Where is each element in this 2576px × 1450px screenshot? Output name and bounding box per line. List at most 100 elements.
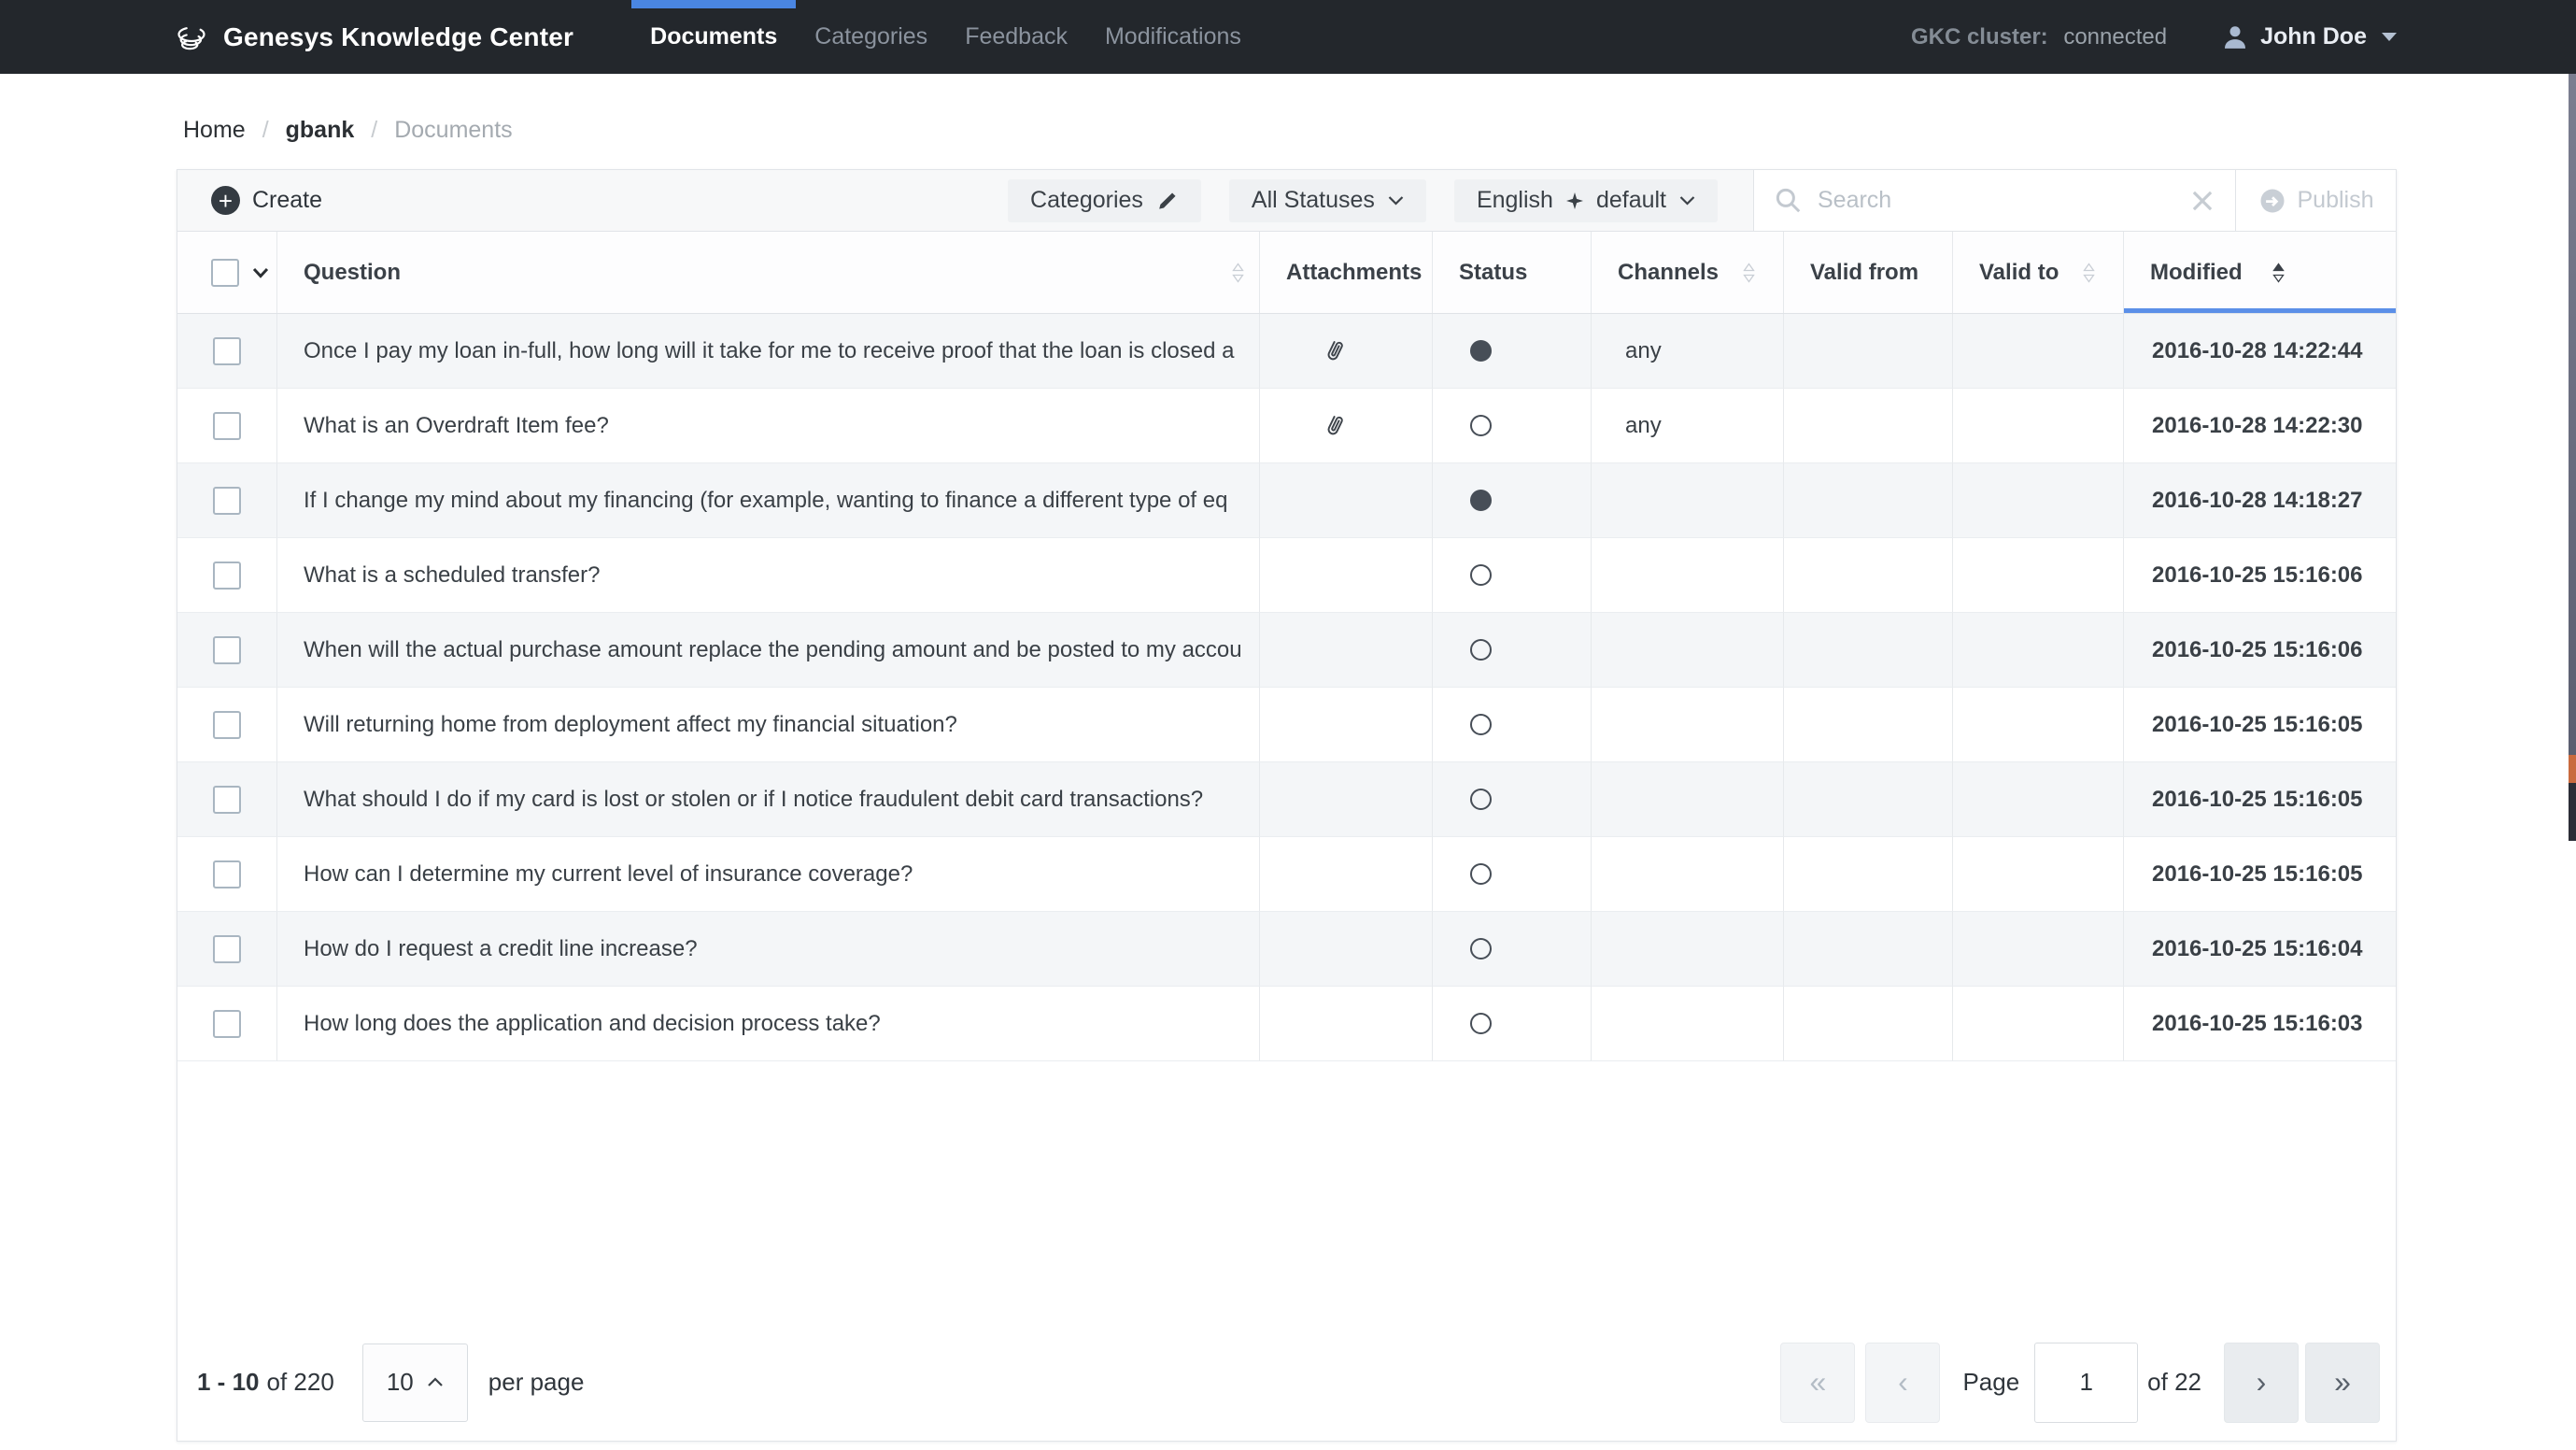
valid-to-cell bbox=[1953, 762, 2124, 837]
next-page-button[interactable]: › bbox=[2224, 1343, 2299, 1423]
first-page-button[interactable]: « bbox=[1780, 1343, 1855, 1423]
sort-icon bbox=[1232, 263, 1244, 283]
tab-modifications[interactable]: Modifications bbox=[1086, 0, 1260, 74]
select-all-checkbox[interactable] bbox=[211, 259, 239, 287]
status-filter-label: All Statuses bbox=[1252, 187, 1375, 214]
modified-value: 2016-10-25 15:16:05 bbox=[2152, 861, 2363, 888]
table-row[interactable]: How can I determine my current level of … bbox=[177, 837, 2396, 912]
active-tab-indicator bbox=[631, 0, 796, 8]
channels-value: any bbox=[1625, 338, 1662, 364]
question-text: If I change my mind about my financing (… bbox=[304, 488, 1227, 514]
modified-value: 2016-10-25 15:16:05 bbox=[2152, 787, 2363, 813]
categories-filter-button[interactable]: Categories bbox=[1008, 179, 1201, 222]
search-icon bbox=[1775, 187, 1803, 215]
row-checkbox[interactable] bbox=[213, 337, 241, 365]
status-draft-icon bbox=[1470, 639, 1492, 661]
tab-feedback[interactable]: Feedback bbox=[946, 0, 1086, 74]
column-header-channels[interactable]: Channels bbox=[1592, 232, 1784, 313]
row-checkbox[interactable] bbox=[213, 412, 241, 440]
question-text: What is an Overdraft Item fee? bbox=[304, 413, 609, 439]
attachments-cell bbox=[1260, 688, 1433, 762]
search-box bbox=[1753, 170, 2235, 231]
sort-icon bbox=[1743, 263, 1755, 283]
breadcrumb-current: Documents bbox=[394, 117, 512, 144]
top-navbar: Genesys Knowledge Center Documents Categ… bbox=[0, 0, 2576, 74]
user-name: John Doe bbox=[2260, 23, 2367, 50]
column-header-status: Status bbox=[1433, 232, 1592, 313]
column-header-question[interactable]: Question bbox=[277, 232, 1260, 313]
table-row[interactable]: What is a scheduled transfer? 2016-10-25… bbox=[177, 538, 2396, 613]
valid-to-cell bbox=[1953, 837, 2124, 912]
table-row[interactable]: If I change my mind about my financing (… bbox=[177, 463, 2396, 538]
modified-value: 2016-10-28 14:18:27 bbox=[2152, 488, 2363, 514]
valid-from-cell bbox=[1784, 613, 1953, 688]
table-row[interactable]: What should I do if my card is lost or s… bbox=[177, 762, 2396, 837]
table-row[interactable]: Will returning home from deployment affe… bbox=[177, 688, 2396, 762]
prev-page-icon: ‹ bbox=[1898, 1365, 1908, 1400]
column-label: Attachments bbox=[1286, 260, 1422, 286]
valid-to-cell bbox=[1953, 463, 2124, 538]
column-label: Status bbox=[1459, 260, 1527, 286]
breadcrumb: Home / gbank / Documents bbox=[183, 117, 2576, 144]
breadcrumb-home[interactable]: Home bbox=[183, 117, 246, 144]
selection-menu-chevron-icon[interactable] bbox=[252, 267, 269, 278]
status-published-icon bbox=[1470, 490, 1492, 511]
attachments-cell bbox=[1260, 613, 1433, 688]
breadcrumb-project[interactable]: gbank bbox=[286, 117, 355, 144]
language-label: English bbox=[1477, 187, 1553, 214]
table-row[interactable]: How long does the application and decisi… bbox=[177, 987, 2396, 1061]
table-row[interactable]: When will the actual purchase amount rep… bbox=[177, 613, 2396, 688]
table-row[interactable]: How do I request a credit line increase?… bbox=[177, 912, 2396, 987]
page-number-input[interactable] bbox=[2034, 1343, 2138, 1423]
language-variant-label: default bbox=[1596, 187, 1666, 214]
pagination-bar: 1 - 10 of 220 10 per page « ‹ bbox=[177, 1324, 2396, 1441]
row-checkbox[interactable] bbox=[213, 487, 241, 515]
column-header-valid-to[interactable]: Valid to bbox=[1953, 232, 2124, 313]
row-checkbox[interactable] bbox=[213, 935, 241, 963]
channels-value: any bbox=[1625, 413, 1662, 439]
search-input[interactable] bbox=[1818, 187, 2190, 214]
table-row[interactable]: Once I pay my loan in-full, how long wil… bbox=[177, 314, 2396, 389]
first-page-icon: « bbox=[1810, 1365, 1827, 1400]
row-checkbox[interactable] bbox=[213, 860, 241, 888]
last-page-button[interactable]: » bbox=[2305, 1343, 2380, 1423]
row-checkbox[interactable] bbox=[213, 636, 241, 664]
chevron-down-icon bbox=[1388, 195, 1404, 206]
question-text: What should I do if my card is lost or s… bbox=[304, 787, 1203, 813]
tab-documents[interactable]: Documents bbox=[631, 0, 796, 74]
tab-categories[interactable]: Categories bbox=[796, 0, 946, 74]
column-header-modified[interactable]: Modified bbox=[2124, 232, 2396, 313]
status-draft-icon bbox=[1470, 1013, 1492, 1034]
cluster-label: GKC cluster: bbox=[1911, 24, 2048, 50]
row-checkbox[interactable] bbox=[213, 786, 241, 814]
modified-value: 2016-10-25 15:16:03 bbox=[2152, 1011, 2363, 1037]
valid-from-cell bbox=[1784, 314, 1953, 389]
status-filter-dropdown[interactable]: All Statuses bbox=[1229, 179, 1426, 222]
per-page-select[interactable]: 10 bbox=[362, 1343, 468, 1422]
modified-value: 2016-10-28 14:22:44 bbox=[2152, 338, 2363, 364]
star-diamond-icon bbox=[1566, 192, 1583, 209]
page-controls: « ‹ Page of 22 › » bbox=[1780, 1343, 2380, 1423]
attachments-cell bbox=[1260, 912, 1433, 987]
cluster-status: GKC cluster: connected bbox=[1911, 24, 2167, 50]
table-body: Once I pay my loan in-full, how long wil… bbox=[177, 314, 2396, 1061]
status-draft-icon bbox=[1470, 863, 1492, 885]
create-label: Create bbox=[252, 187, 322, 214]
column-label: Valid to bbox=[1979, 260, 2059, 286]
clear-search-icon[interactable] bbox=[2190, 189, 2215, 213]
attachment-icon bbox=[1317, 408, 1352, 443]
table-row[interactable]: What is an Overdraft Item fee? any 2016-… bbox=[177, 389, 2396, 463]
row-checkbox[interactable] bbox=[213, 1010, 241, 1038]
create-button[interactable]: + Create bbox=[192, 170, 341, 231]
prev-page-button[interactable]: ‹ bbox=[1865, 1343, 1940, 1423]
per-page-label: per page bbox=[488, 1368, 585, 1397]
tab-label: Modifications bbox=[1105, 23, 1241, 50]
table-header: Question Attachments Status Channels bbox=[177, 232, 2396, 314]
publish-icon bbox=[2258, 187, 2286, 215]
user-menu[interactable]: John Doe bbox=[2221, 23, 2397, 51]
publish-button[interactable]: Publish bbox=[2235, 170, 2396, 231]
attachments-cell bbox=[1260, 538, 1433, 613]
language-dropdown[interactable]: English default bbox=[1454, 179, 1718, 222]
row-checkbox[interactable] bbox=[213, 562, 241, 590]
row-checkbox[interactable] bbox=[213, 711, 241, 739]
